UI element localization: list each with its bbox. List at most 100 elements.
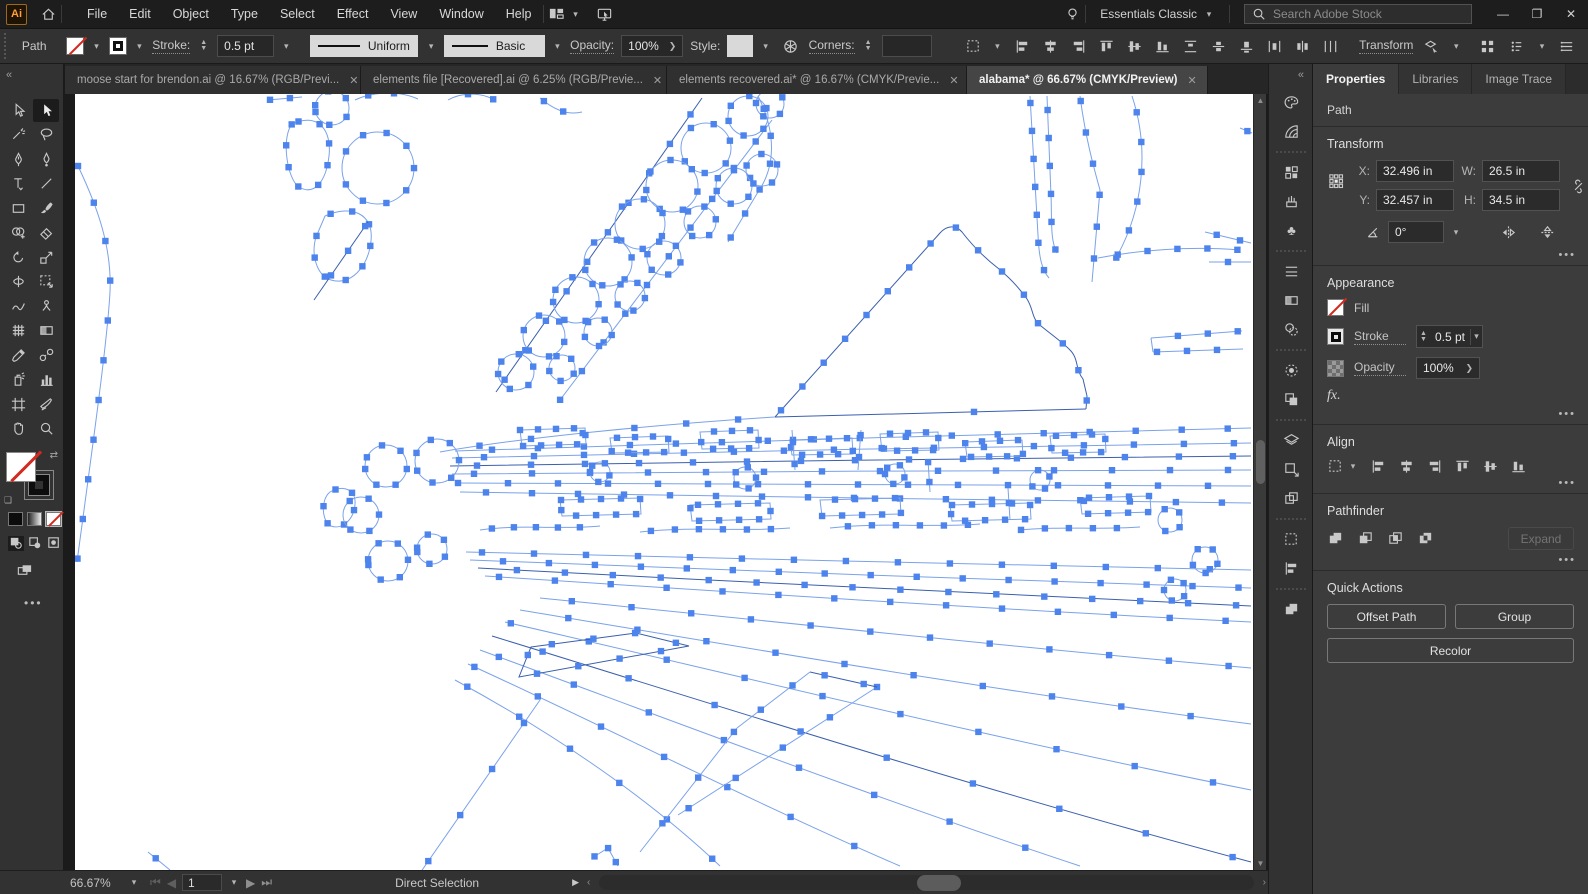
opacity-link[interactable]: Opacity (1354, 360, 1406, 376)
symbol-sprayer-tool[interactable] (5, 368, 31, 391)
pathfinder-panel-icon[interactable] (1269, 595, 1313, 624)
close-button[interactable]: ✕ (1554, 1, 1588, 27)
y-field[interactable] (1376, 189, 1454, 211)
style-dropdown[interactable] (727, 35, 753, 57)
distribute-space-left-icon[interactable] (1262, 34, 1286, 58)
search-input[interactable] (1273, 7, 1453, 21)
chevron-down-icon[interactable]: ▾ (1451, 38, 1463, 54)
chevron-down-icon[interactable]: ▾ (1470, 329, 1482, 345)
type-tool[interactable] (5, 172, 31, 195)
align-middle-vertical-icon[interactable] (1482, 458, 1499, 475)
pen-tool[interactable] (5, 148, 31, 171)
align-panel-icon[interactable] (1269, 525, 1313, 554)
align-middle-vertical-icon[interactable] (1122, 34, 1146, 58)
tab-libraries[interactable]: Libraries (1399, 64, 1472, 94)
document-tab[interactable]: moose start for brendon.ai @ 16.67% (RGB… (65, 66, 361, 94)
appearance-panel-icon[interactable] (1269, 356, 1313, 385)
panel-options-icon[interactable] (1506, 34, 1529, 58)
rotate-tool[interactable] (5, 246, 31, 269)
horizontal-scrollbar[interactable]: ‹ › (587, 871, 1266, 894)
edit-toolbar-icon[interactable]: ••• (24, 596, 43, 610)
stroke-link[interactable]: Stroke (1354, 329, 1406, 345)
menu-window[interactable]: Window (428, 0, 494, 28)
document-tab[interactable]: elements recovered.ai* @ 16.67% (CMYK/Pr… (667, 66, 967, 94)
chevron-down-icon[interactable]: ▾ (992, 38, 1004, 54)
align-right-icon[interactable] (1426, 458, 1443, 475)
asset-export-panel-icon[interactable] (1269, 484, 1313, 513)
selection-tool[interactable] (5, 99, 31, 122)
paintbrush-tool[interactable] (33, 197, 59, 220)
chevron-down-icon[interactable]: ▾ (1536, 38, 1548, 54)
tab-image-trace[interactable]: Image Trace (1472, 64, 1566, 94)
workspace-grid-icon[interactable] (1476, 34, 1499, 58)
scale-tool[interactable] (33, 246, 59, 269)
stroke-weight-value[interactable]: 0.5 pt (217, 35, 273, 57)
eraser-tool[interactable] (33, 221, 59, 244)
default-fill-stroke-icon[interactable]: ❏ (4, 495, 12, 506)
chevron-right-icon[interactable]: ❯ (1465, 363, 1473, 374)
menu-view[interactable]: View (379, 0, 428, 28)
prev-artboard-icon[interactable]: ◀ (167, 876, 176, 890)
fill-swatch[interactable] (1327, 299, 1344, 316)
share-screen-icon[interactable] (592, 3, 618, 25)
align-bottom-icon[interactable] (1510, 458, 1527, 475)
transparency-panel-icon[interactable] (1269, 315, 1313, 344)
reference-point-selector[interactable] (1327, 172, 1344, 202)
width-tool[interactable] (5, 270, 31, 293)
scroll-right-icon[interactable]: › (1263, 877, 1266, 888)
artboard-number[interactable]: 1 (182, 874, 222, 891)
restore-button[interactable]: ❐ (1520, 1, 1554, 27)
pathfinder-exclude-icon[interactable] (1417, 530, 1434, 547)
chevron-down-icon[interactable]: ▾ (570, 6, 582, 22)
minimize-button[interactable]: — (1486, 1, 1520, 27)
rectangle-tool[interactable] (5, 197, 31, 220)
stroke-weight-stepper[interactable]: ▲▼ (1417, 331, 1430, 343)
none-button[interactable] (46, 512, 61, 526)
stroke-stepper[interactable]: ▲▼ (197, 40, 210, 52)
x-field[interactable] (1376, 160, 1454, 182)
free-transform-tool[interactable] (33, 270, 59, 293)
distribute-bottom-icon[interactable] (1234, 34, 1258, 58)
offset-path-button[interactable]: Offset Path (1327, 604, 1446, 629)
chevron-down-icon[interactable]: ▾ (1347, 459, 1359, 475)
brushes-panel-icon[interactable] (1269, 187, 1313, 216)
draw-inside-icon[interactable] (46, 536, 62, 551)
more-options-icon[interactable]: ••• (1558, 477, 1576, 489)
align-right-icon[interactable] (1066, 34, 1090, 58)
align-to-selector[interactable] (1327, 458, 1344, 475)
pathfinder-minus-front-icon[interactable] (1357, 530, 1374, 547)
flip-horizontal-icon[interactable] (1500, 224, 1517, 241)
distribute-center-icon[interactable] (1206, 34, 1230, 58)
swatches-panel-icon[interactable] (1269, 158, 1313, 187)
stroke-weight-label[interactable]: Stroke: (152, 38, 190, 54)
close-tab-icon[interactable]: ✕ (947, 74, 960, 87)
document-tab[interactable]: elements file [Recovered].ai @ 6.25% (RG… (361, 66, 667, 94)
next-artboard-icon[interactable]: ▶ (246, 876, 255, 890)
corners-value[interactable] (882, 35, 933, 57)
chevron-down-icon[interactable]: ▾ (760, 38, 772, 54)
corners-label[interactable]: Corners: (809, 38, 855, 54)
chevron-down-icon[interactable]: ▾ (91, 38, 103, 54)
opacity-label[interactable]: Opacity: (570, 38, 614, 54)
recolor-button[interactable]: Recolor (1327, 638, 1574, 663)
distribute-space-right-icon[interactable] (1318, 34, 1342, 58)
change-screen-mode-icon[interactable] (16, 562, 33, 579)
lightbulb-icon[interactable] (1059, 3, 1085, 25)
status-flyout-icon[interactable]: ▶ (572, 877, 579, 888)
vertical-scroll-thumb[interactable] (1256, 440, 1265, 484)
more-options-icon[interactable]: ••• (1558, 408, 1576, 420)
tab-properties[interactable]: Properties (1313, 64, 1399, 94)
fill-indicator-none[interactable] (6, 452, 36, 482)
hand-tool[interactable] (5, 417, 31, 440)
opacity-value[interactable]: 100% ❯ (621, 35, 683, 57)
pathfinder-intersect-icon[interactable] (1387, 530, 1404, 547)
magic-wand-tool[interactable] (5, 123, 31, 146)
chevron-down-icon[interactable]: ▾ (228, 875, 240, 891)
home-icon[interactable] (35, 3, 61, 25)
menu-type[interactable]: Type (220, 0, 269, 28)
color-panel-icon[interactable] (1269, 88, 1313, 117)
transform-link[interactable]: Transform (1359, 38, 1413, 54)
menu-list-icon[interactable] (1555, 34, 1578, 58)
chevron-down-icon[interactable]: ▾ (128, 875, 140, 891)
menu-object[interactable]: Object (162, 0, 220, 28)
